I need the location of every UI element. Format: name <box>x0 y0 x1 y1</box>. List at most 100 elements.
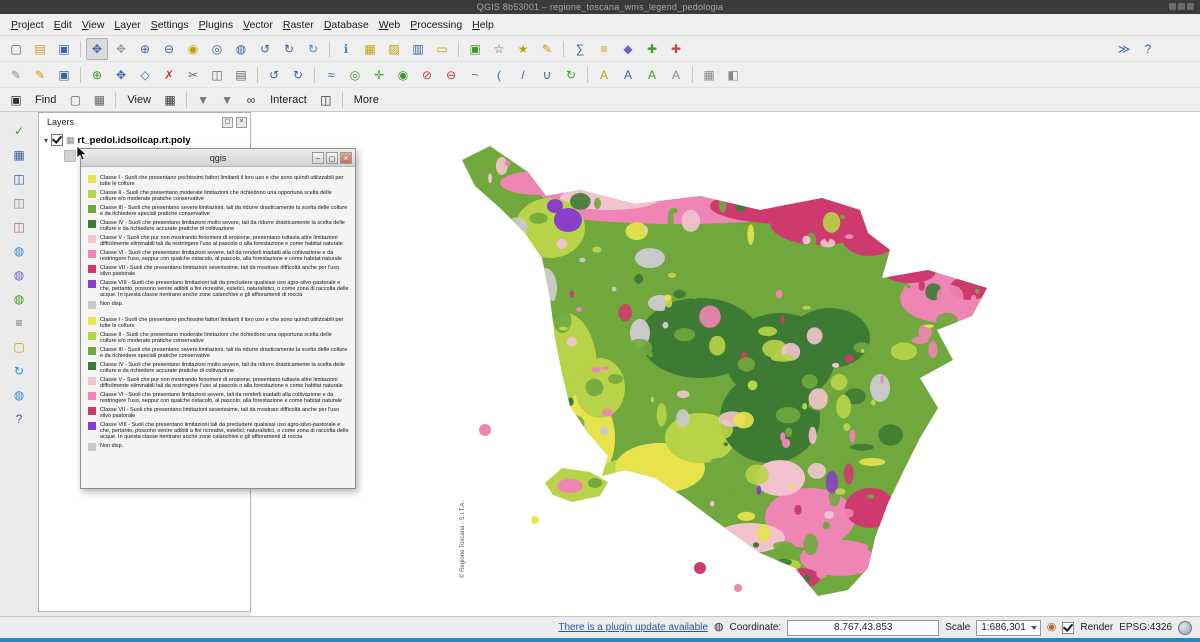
magnifier-icon[interactable]: ◉ <box>1047 622 1057 633</box>
add-wms-layer-button[interactable]: ◍ <box>8 240 30 262</box>
help-button[interactable]: ? <box>8 408 30 430</box>
refresh-layers-button[interactable]: ↻ <box>8 360 30 382</box>
plugin-update-globe-icon[interactable]: ◍ <box>714 622 724 633</box>
add-spatialite-layer-button[interactable]: ◫ <box>8 192 30 214</box>
dialog-maximize-button[interactable]: ◻ <box>326 152 338 164</box>
pan-map-button[interactable]: ✥ <box>86 38 108 60</box>
lock-button[interactable]: ▣ <box>5 89 27 111</box>
menu-processing[interactable]: Processing <box>405 16 467 34</box>
identify-features-button[interactable]: ℹ <box>335 38 357 60</box>
menu-raster[interactable]: Raster <box>278 16 319 34</box>
zoom-out-button[interactable]: ⊖ <box>158 38 180 60</box>
float-panel-button[interactable]: ◻ <box>222 117 233 128</box>
zoom-to-layer-button[interactable]: ◍ <box>230 38 252 60</box>
show-bookmarks-button[interactable]: ★ <box>512 38 534 60</box>
save-layer-edits-button[interactable]: ▣ <box>53 64 75 86</box>
paste-features-button[interactable]: ▤ <box>230 64 252 86</box>
coordinate-input[interactable] <box>787 620 939 636</box>
grass-tools-button[interactable]: ✚ <box>665 38 687 60</box>
rotate-label-button[interactable]: A <box>641 64 663 86</box>
add-delimited-text-layer-button[interactable]: ≡ <box>8 312 30 334</box>
new-bookmark-button[interactable]: ☆ <box>488 38 510 60</box>
refresh-map-button[interactable]: ↻ <box>302 38 324 60</box>
crs-status-icon[interactable] <box>1178 621 1192 635</box>
map-tips-button[interactable]: ▣ <box>464 38 486 60</box>
help-contents-button[interactable]: ? <box>1137 38 1159 60</box>
cut-features-button[interactable]: ✂ <box>182 64 204 86</box>
zoom-full-button[interactable]: ◉ <box>182 38 204 60</box>
decoration-grid-button[interactable]: ▦ <box>698 64 720 86</box>
more-label[interactable]: More <box>354 94 379 106</box>
layer-name[interactable]: rt_pedol.idsoilcap.rt.poly <box>78 135 191 146</box>
interact-window-button[interactable]: ◫ <box>315 89 337 111</box>
layer-labeling-button[interactable]: A <box>593 64 615 86</box>
rotate-feature-button[interactable]: ↻ <box>560 64 582 86</box>
move-feature-button[interactable]: ✥ <box>110 64 132 86</box>
link-button[interactable]: ∞ <box>240 89 262 111</box>
add-feature-button[interactable]: ⊕ <box>86 64 108 86</box>
python-console-button[interactable]: ≫ <box>1113 38 1135 60</box>
save-project-button[interactable]: ▣ <box>53 38 75 60</box>
menu-vector[interactable]: Vector <box>238 16 278 34</box>
zoom-next-button[interactable]: ↻ <box>278 38 300 60</box>
legend-dialog-titlebar[interactable]: qgis –◻× <box>81 149 355 167</box>
fill-ring-button[interactable]: ◉ <box>392 64 414 86</box>
window-maximize-button[interactable] <box>1178 3 1185 10</box>
pin-a-button[interactable]: ▼ <box>192 89 214 111</box>
field-calculator-button[interactable]: ≡ <box>593 38 615 60</box>
move-label-button[interactable]: A <box>617 64 639 86</box>
zoom-in-button[interactable]: ⊕ <box>134 38 156 60</box>
open-project-button[interactable]: ▤ <box>29 38 51 60</box>
zoom-to-selection-button[interactable]: ◎ <box>206 38 228 60</box>
menu-edit[interactable]: Edit <box>49 16 77 34</box>
dialog-close-button[interactable]: × <box>340 152 352 164</box>
toggle-editing-button[interactable]: ✎ <box>29 64 51 86</box>
measure-line-button[interactable]: ▭ <box>431 38 453 60</box>
render-checkbox[interactable] <box>1062 622 1074 634</box>
window-titlebar[interactable]: QGIS 8b53001 – regione_toscana_wms_legen… <box>0 0 1200 14</box>
window-close-button[interactable] <box>1187 3 1194 10</box>
split-features-button[interactable]: / <box>512 64 534 86</box>
menu-view[interactable]: View <box>77 16 110 34</box>
view-grid-button[interactable]: ▦ <box>159 89 181 111</box>
add-wfs-layer-button[interactable]: ◍ <box>8 288 30 310</box>
add-mssql-layer-button[interactable]: ◫ <box>8 216 30 238</box>
layer-visibility-checkbox[interactable] <box>51 134 63 146</box>
dialog-minimize-button[interactable]: – <box>312 152 324 164</box>
add-ring-button[interactable]: ◎ <box>344 64 366 86</box>
overview-map-button[interactable]: ◧ <box>722 64 744 86</box>
find-frame-button[interactable]: ▢ <box>64 89 86 111</box>
interact-label[interactable]: Interact <box>270 94 307 106</box>
plugin-update-link[interactable]: There is a plugin update available <box>558 622 708 633</box>
scale-combobox[interactable]: 1:686,301 <box>976 620 1041 636</box>
menu-help[interactable]: Help <box>467 16 499 34</box>
reshape-features-button[interactable]: ~ <box>464 64 486 86</box>
new-shapefile-layer-button[interactable]: ▢ <box>8 336 30 358</box>
menu-database[interactable]: Database <box>319 16 374 34</box>
add-wcs-layer-button[interactable]: ◍ <box>8 264 30 286</box>
menu-project[interactable]: Project <box>6 16 49 34</box>
copy-features-button[interactable]: ◫ <box>206 64 228 86</box>
add-postgis-layer-button[interactable]: ◫ <box>8 168 30 190</box>
simplify-feature-button[interactable]: ≈ <box>320 64 342 86</box>
menu-web[interactable]: Web <box>374 16 405 34</box>
redo-button[interactable]: ↻ <box>287 64 309 86</box>
delete-ring-button[interactable]: ⊘ <box>416 64 438 86</box>
select-features-button[interactable]: ▦ <box>359 38 381 60</box>
text-annotation-button[interactable]: ✎ <box>536 38 558 60</box>
pan-to-selection-button[interactable]: ✥ <box>110 38 132 60</box>
map-canvas[interactable]: © Regione Toscana - S.I.T.A. <box>251 112 1200 616</box>
style-manager-button[interactable]: ◆ <box>617 38 639 60</box>
render-label[interactable]: Render <box>1080 622 1113 633</box>
menu-settings[interactable]: Settings <box>146 16 194 34</box>
plugin-manager-button[interactable]: ✚ <box>641 38 663 60</box>
close-panel-button[interactable]: × <box>236 117 247 128</box>
pin-b-button[interactable]: ▼ <box>216 89 238 111</box>
new-project-button[interactable]: ▢ <box>5 38 27 60</box>
add-vector-layer-button[interactable]: ✓ <box>8 120 30 142</box>
view-label[interactable]: View <box>127 94 151 106</box>
menu-plugins[interactable]: Plugins <box>194 16 238 34</box>
window-minimize-button[interactable] <box>1169 3 1176 10</box>
delete-part-button[interactable]: ⊖ <box>440 64 462 86</box>
deselect-features-button[interactable]: ▨ <box>383 38 405 60</box>
